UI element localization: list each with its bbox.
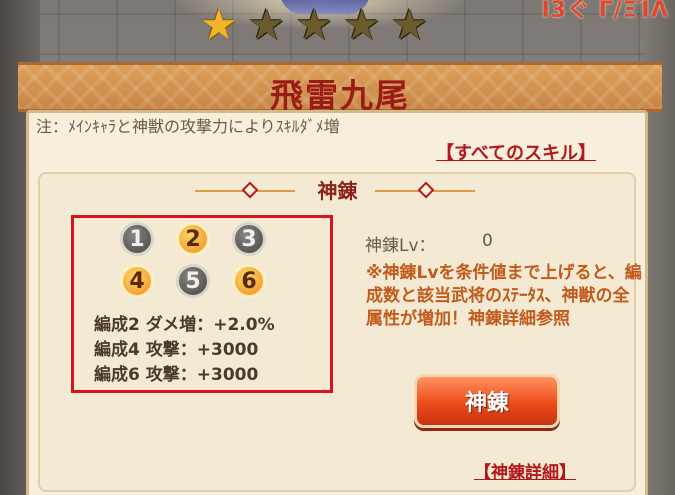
shinren-notice: ※神錬Lvを条件値まで上げると、編成数と該当武将のｽﾃｰﾀｽ、神獣の全属性が増加…	[366, 263, 642, 329]
formation-slot-3: 3	[232, 222, 266, 256]
skill-description: 注：ﾒｲﾝｷｬﾗと神獣の攻撃力によりｽｷﾙﾀﾞﾒ増	[36, 117, 340, 136]
all-skills-link[interactable]: 【すべてのスキル】	[436, 139, 596, 165]
formation-slot-2: 2	[176, 222, 210, 256]
top-right-label: Ι3ぐ Γ/ΞΊΛ	[541, 0, 669, 23]
formation-slot-1: 1	[120, 222, 154, 256]
shinren-detail-link[interactable]: 【神錬詳細】	[474, 458, 576, 483]
shinren-lv-value: 0	[482, 231, 493, 251]
shinren-lv-label: 神錬Lv：	[365, 236, 436, 256]
star-icon: ★	[342, 0, 381, 49]
bonus-line-formation-4: 編成4 攻撃：+3000	[94, 340, 259, 360]
star-icon: ★	[247, 0, 286, 49]
title-banner: 飛雷九尾	[18, 62, 662, 115]
bonus-line-formation-2: 編成2 ダメ増：+2.0%	[94, 315, 275, 335]
star-icon: ★	[200, 0, 238, 49]
formation-slot-4: 4	[120, 264, 154, 298]
star-icon: ★	[295, 0, 333, 49]
formation-slot-6: 6	[232, 264, 266, 298]
formation-slot-5: 5	[176, 264, 210, 298]
shinren-button[interactable]: 神錬	[414, 374, 560, 428]
bonus-line-formation-6: 編成6 攻撃：+3000	[94, 365, 259, 385]
section-title: 神錬	[317, 179, 358, 203]
star-icon: ★	[390, 0, 429, 49]
rarity-stars: ★ ★ ★ ★ ★	[200, 4, 428, 46]
